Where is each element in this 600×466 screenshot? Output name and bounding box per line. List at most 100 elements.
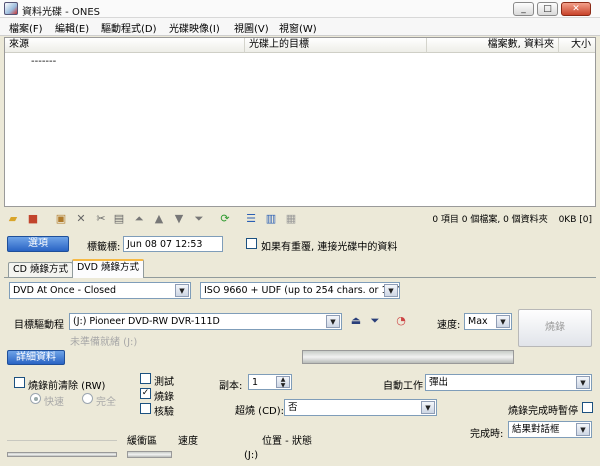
menu-image[interactable]: 光碟映像(I)	[169, 20, 220, 35]
auto-job-select[interactable]: 彈出 ▼	[425, 374, 592, 391]
refresh-icon[interactable]: ⟳	[218, 212, 232, 226]
close-button[interactable]: ✕	[561, 2, 591, 16]
window-title: 資料光碟 - ONES	[22, 7, 100, 18]
erase-full-label: 完全	[96, 397, 116, 408]
erase-rw-checkbox[interactable]	[14, 377, 25, 388]
save-icon[interactable]: ■	[26, 212, 40, 226]
position-status-label: 位置 - 狀態	[262, 436, 312, 447]
drive-select[interactable]: (J:) Pioneer DVD-RW DVR-111D ▼	[69, 313, 342, 330]
menu-view[interactable]: 視圖(V)	[234, 20, 269, 35]
speed-value: Max	[468, 316, 488, 327]
buffer-label: 緩衝區	[127, 436, 157, 447]
on-complete-value: 結果對話框	[512, 424, 560, 435]
details-button[interactable]: 詳細資料	[7, 350, 65, 365]
chevron-down-icon[interactable]: ▼	[576, 376, 590, 389]
test-checkbox[interactable]	[140, 373, 151, 384]
status-summary: 0 項目 0 個檔案, 0 個資料夾 0KB [0]	[432, 212, 592, 225]
chevron-down-icon[interactable]: ▼	[175, 284, 189, 297]
status-size: 0KB [0]	[558, 215, 592, 225]
buffer-bar	[127, 451, 172, 458]
burn-checkbox[interactable]: ✓	[140, 388, 151, 399]
file-system-select[interactable]: ISO 9660 + UDF (up to 254 chars. or 127 …	[200, 282, 400, 299]
menu-drive[interactable]: 驅動程式(D)	[101, 20, 157, 35]
column-size[interactable]: 大小	[559, 38, 595, 53]
column-count[interactable]: 檔案數, 資料夾	[427, 38, 559, 53]
eject-icon[interactable]: ⏏	[349, 314, 363, 328]
move-down-icon[interactable]: ▼	[172, 212, 186, 226]
app-icon	[4, 2, 18, 15]
write-mode-select[interactable]: DVD At Once - Closed ▼	[9, 282, 191, 299]
on-complete-select[interactable]: 結果對話框 ▼	[508, 421, 592, 438]
cut-icon[interactable]: ✂	[94, 212, 108, 226]
grid-view-icon[interactable]: ▦	[284, 212, 298, 226]
copies-input[interactable]: 1 ▲ ▼	[248, 374, 292, 390]
chevron-down-icon[interactable]: ▼	[576, 423, 590, 436]
total-progress-bar	[7, 452, 117, 457]
menu-file[interactable]: 檔案(F)	[9, 20, 43, 35]
burn-progress-bar	[302, 350, 514, 364]
chevron-down-icon[interactable]: ▼	[326, 315, 340, 328]
status-summary-text: 0 項目 0 個檔案, 0 個資料夾	[432, 215, 548, 225]
move-top-icon[interactable]: ⏶	[132, 212, 146, 226]
options-button[interactable]: 選項	[7, 236, 69, 252]
auto-job-value: 彈出	[429, 377, 449, 388]
drive-status: 未準備就緒 (J:)	[70, 337, 138, 348]
disc-label-label: 標籤標:	[87, 242, 121, 253]
list-item[interactable]: -------	[31, 56, 56, 67]
column-source[interactable]: 來源	[5, 38, 245, 53]
chevron-down-icon[interactable]: ▼	[496, 315, 510, 328]
file-list[interactable]: 來源 光碟上的目標 檔案數, 資料夾 大小 -------	[4, 37, 596, 207]
tab-cd-burn[interactable]: CD 燒錄方式	[8, 262, 73, 277]
on-complete-label: 完成時:	[470, 429, 504, 440]
pause-done-checkbox[interactable]	[582, 402, 593, 413]
overwrite-checkbox[interactable]	[246, 238, 257, 249]
file-system-value: ISO 9660 + UDF (up to 254 chars. or 127 …	[204, 285, 400, 296]
erase-fast-radio[interactable]	[30, 393, 41, 404]
pause-done-label: 燒錄完成時暫停	[508, 406, 578, 417]
overwrite-label: 如果有重覆, 連接光碟中的資料	[261, 242, 398, 253]
load-tray-icon[interactable]: ⏷	[368, 314, 382, 328]
maximize-button[interactable]: □	[537, 2, 558, 16]
overburn-select[interactable]: 否 ▼	[284, 399, 437, 416]
drive-label: 目標驅動程	[14, 320, 64, 331]
speed-footer-label: 速度	[178, 436, 198, 447]
copies-label: 副本:	[219, 381, 243, 392]
list-view-icon[interactable]: ☰	[244, 212, 258, 226]
column-target[interactable]: 光碟上的目標	[245, 38, 427, 53]
erase-rw-label: 燒錄前清除 (RW)	[28, 381, 106, 392]
menu-window[interactable]: 視窗(W)	[279, 20, 317, 35]
erase-fast-label: 快速	[44, 397, 64, 408]
drive-info-icon[interactable]: ◔	[394, 314, 408, 328]
delete-icon[interactable]: ✕	[74, 212, 88, 226]
drive-value: (J:) Pioneer DVD-RW DVR-111D	[73, 316, 220, 327]
overburn-label: 超燒 (CD):	[235, 406, 285, 417]
add-files-icon[interactable]: ▣	[54, 212, 68, 226]
copies-value: 1	[252, 377, 259, 388]
overburn-value: 否	[288, 402, 298, 413]
move-up-icon[interactable]: ▲	[152, 212, 166, 226]
chevron-down-icon[interactable]: ▼	[421, 401, 435, 414]
menu-edit[interactable]: 編輯(E)	[55, 20, 89, 35]
spinner-icon[interactable]: ▲ ▼	[276, 376, 290, 389]
chevron-down-icon[interactable]: ▼	[384, 284, 398, 297]
menu-bar: 檔案(F) 編輯(E) 驅動程式(D) 光碟映像(I) 視圖(V) 視窗(W)	[0, 18, 600, 36]
move-bottom-icon[interactable]: ⏷	[192, 212, 206, 226]
burn-mode-label: 燒錄	[154, 392, 174, 403]
burn-button[interactable]: 燒錄	[518, 309, 592, 347]
footer-drive: (J:)	[244, 450, 259, 461]
verify-checkbox[interactable]	[140, 403, 151, 414]
properties-icon[interactable]: ▤	[112, 212, 126, 226]
tab-dvd-burn[interactable]: DVD 燒錄方式	[72, 259, 144, 278]
test-label: 測試	[154, 377, 174, 388]
write-mode-value: DVD At Once - Closed	[13, 285, 117, 296]
speed-label: 速度:	[437, 320, 461, 331]
footer-divider	[7, 440, 117, 441]
open-folder-icon[interactable]: ▰	[6, 212, 20, 226]
disc-label-input[interactable]: Jun 08 07 12:53	[123, 236, 223, 252]
speed-select[interactable]: Max ▼	[464, 313, 512, 330]
auto-job-label: 自動工作	[383, 381, 423, 392]
verify-label: 核驗	[154, 407, 174, 418]
erase-full-radio[interactable]	[82, 393, 93, 404]
minimize-button[interactable]: _	[513, 2, 534, 16]
split-view-icon[interactable]: ▥	[264, 212, 278, 226]
